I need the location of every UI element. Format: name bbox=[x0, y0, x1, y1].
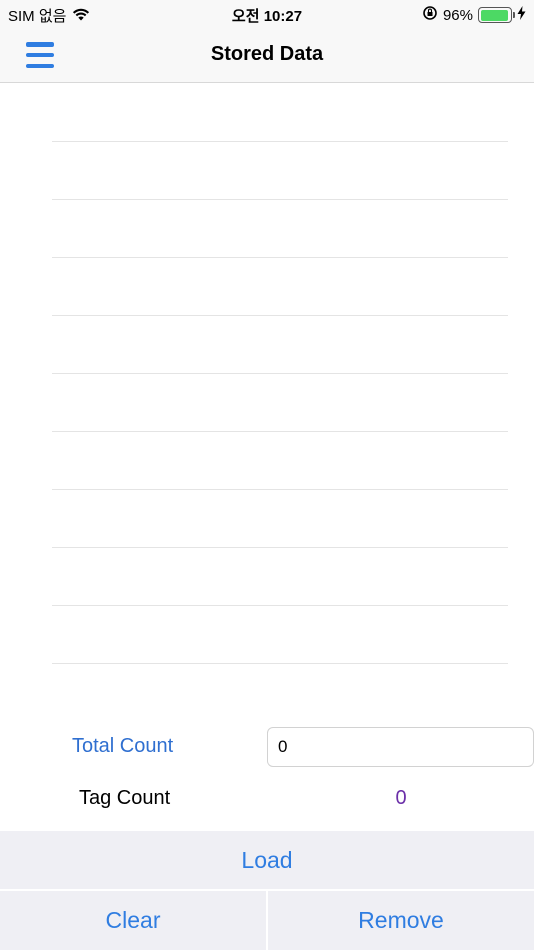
total-count-input[interactable] bbox=[267, 727, 534, 767]
list-item[interactable] bbox=[52, 316, 508, 374]
battery-icon bbox=[478, 7, 515, 23]
remove-button[interactable]: Remove bbox=[268, 891, 534, 950]
clear-button[interactable]: Clear bbox=[0, 891, 266, 950]
list-item[interactable] bbox=[52, 258, 508, 316]
charging-bolt-icon bbox=[517, 6, 526, 24]
list-item[interactable] bbox=[52, 84, 508, 142]
navigation-bar: Stored Data bbox=[0, 28, 534, 83]
load-button[interactable]: Load bbox=[0, 831, 534, 889]
orientation-lock-icon bbox=[422, 5, 438, 25]
battery-level-fill bbox=[480, 9, 509, 21]
battery-percent: 96% bbox=[442, 6, 473, 24]
page-title: Stored Data bbox=[210, 43, 324, 65]
list-item[interactable] bbox=[52, 200, 508, 258]
list-item[interactable] bbox=[52, 432, 508, 490]
list-item[interactable] bbox=[52, 606, 508, 664]
status-right: 96% bbox=[422, 5, 526, 25]
list-item[interactable] bbox=[52, 548, 508, 606]
list-item[interactable] bbox=[52, 374, 508, 432]
total-count-label: Total Count bbox=[72, 735, 174, 757]
tag-count-value: 0 bbox=[395, 787, 407, 809]
stored-data-list[interactable] bbox=[52, 84, 508, 664]
list-item[interactable] bbox=[52, 490, 508, 548]
status-bar: SIM 없음 오전 10:27 96% bbox=[0, 0, 534, 28]
tag-count-label: Tag Count bbox=[79, 787, 171, 809]
battery-cap bbox=[513, 12, 515, 18]
list-item[interactable] bbox=[52, 142, 508, 200]
